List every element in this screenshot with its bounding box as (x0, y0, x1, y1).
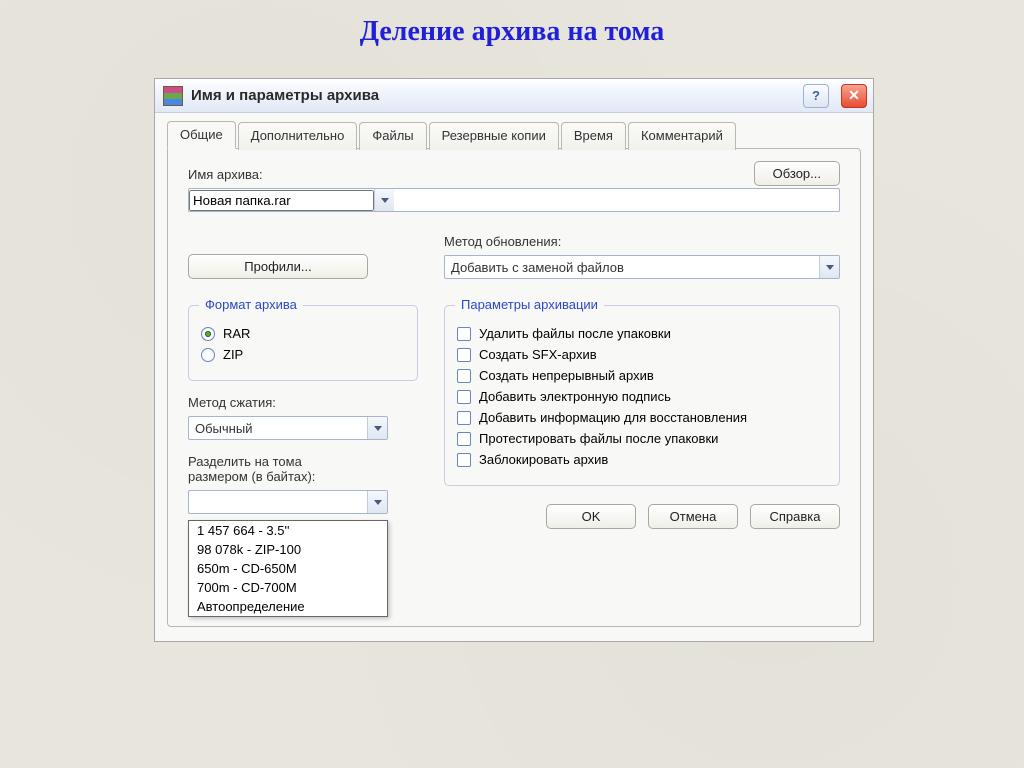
tab-backup[interactable]: Резервные копии (429, 122, 559, 150)
params-legend: Параметры архивации (455, 297, 604, 312)
tabstrip: Общие Дополнительно Файлы Резервные копи… (167, 121, 861, 149)
split-size-dropdown[interactable] (367, 491, 387, 513)
check-label: Удалить файлы после упаковки (479, 326, 671, 341)
chevron-down-icon (374, 426, 382, 431)
radio-zip-label: ZIP (223, 347, 243, 362)
check-lock[interactable]: Заблокировать архив (457, 452, 827, 467)
split-size-options-list: 1 457 664 - 3.5'' 98 078k - ZIP-100 650m… (188, 520, 388, 617)
check-test[interactable]: Протестировать файлы после упаковки (457, 431, 827, 446)
radio-rar[interactable]: RAR (201, 326, 405, 341)
check-label: Добавить электронную подпись (479, 389, 671, 404)
radio-icon (201, 348, 215, 362)
split-label-2: размером (в байтах): (188, 469, 418, 484)
update-method-label: Метод обновления: (444, 234, 840, 249)
update-method-dropdown[interactable] (819, 256, 839, 278)
checkbox-icon (457, 348, 471, 362)
checkbox-icon (457, 411, 471, 425)
close-button[interactable] (841, 84, 867, 108)
split-option[interactable]: 98 078k - ZIP-100 (189, 540, 387, 559)
archive-name-field[interactable] (189, 190, 374, 211)
split-option[interactable]: Автоопределение (189, 597, 387, 616)
page-heading: Деление архива на тома (0, 0, 1024, 58)
radio-icon (201, 327, 215, 341)
check-label: Добавить информацию для восстановления (479, 410, 747, 425)
profiles-button[interactable]: Профили... (188, 254, 368, 279)
client-area: Общие Дополнительно Файлы Резервные копи… (155, 113, 873, 641)
help-button[interactable]: ? (803, 84, 829, 108)
ok-button[interactable]: OK (546, 504, 636, 529)
check-signature[interactable]: Добавить электронную подпись (457, 389, 827, 404)
chevron-down-icon (826, 265, 834, 270)
check-delete-after[interactable]: Удалить файлы после упаковки (457, 326, 827, 341)
chevron-down-icon (381, 198, 389, 203)
check-solid[interactable]: Создать непрерывный архив (457, 368, 827, 383)
radio-rar-label: RAR (223, 326, 250, 341)
tabpanel-general: Обзор... Имя архива: Профили... Метод об… (167, 148, 861, 627)
split-option[interactable]: 650m - CD-650M (189, 559, 387, 578)
radio-zip[interactable]: ZIP (201, 347, 405, 362)
checkbox-icon (457, 369, 471, 383)
compression-combo[interactable]: Обычный (188, 416, 388, 440)
tab-general[interactable]: Общие (167, 121, 236, 149)
archive-name-label: Имя архива: (188, 167, 840, 182)
update-method-value: Добавить с заменой файлов (445, 260, 819, 275)
tab-comment[interactable]: Комментарий (628, 122, 736, 150)
tab-files[interactable]: Файлы (359, 122, 426, 150)
params-groupbox: Параметры архивации Удалить файлы после … (444, 305, 840, 486)
compression-label: Метод сжатия: (188, 395, 418, 410)
check-label: Протестировать файлы после упаковки (479, 431, 718, 446)
update-method-combo[interactable]: Добавить с заменой файлов (444, 255, 840, 279)
checkbox-icon (457, 432, 471, 446)
help-button-bottom[interactable]: Справка (750, 504, 840, 529)
titlebar: Имя и параметры архива ? (155, 79, 873, 113)
checkbox-icon (457, 390, 471, 404)
check-label: Создать непрерывный архив (479, 368, 654, 383)
checkbox-icon (457, 327, 471, 341)
check-label: Создать SFX-архив (479, 347, 597, 362)
split-size-combo[interactable] (188, 490, 388, 514)
split-option[interactable]: 1 457 664 - 3.5'' (189, 521, 387, 540)
check-sfx[interactable]: Создать SFX-архив (457, 347, 827, 362)
checkbox-icon (457, 453, 471, 467)
check-recovery[interactable]: Добавить информацию для восстановления (457, 410, 827, 425)
close-icon (848, 87, 860, 104)
check-label: Заблокировать архив (479, 452, 608, 467)
tab-advanced[interactable]: Дополнительно (238, 122, 358, 150)
app-icon (163, 86, 183, 106)
window-title: Имя и параметры архива (191, 87, 791, 104)
archive-name-input[interactable] (188, 188, 840, 212)
format-legend: Формат архива (199, 297, 303, 312)
format-groupbox: Формат архива RAR ZIP (188, 305, 418, 381)
split-label-1: Разделить на тома (188, 454, 418, 469)
archive-name-dropdown[interactable] (374, 189, 394, 211)
button-bar: OK Отмена Справка (444, 504, 840, 529)
dialog-window: Имя и параметры архива ? Общие Дополните… (154, 78, 874, 642)
split-option[interactable]: 700m - CD-700M (189, 578, 387, 597)
browse-button[interactable]: Обзор... (754, 161, 840, 186)
cancel-button[interactable]: Отмена (648, 504, 738, 529)
compression-value: Обычный (189, 421, 367, 436)
tab-time[interactable]: Время (561, 122, 626, 150)
chevron-down-icon (374, 500, 382, 505)
compression-dropdown[interactable] (367, 417, 387, 439)
